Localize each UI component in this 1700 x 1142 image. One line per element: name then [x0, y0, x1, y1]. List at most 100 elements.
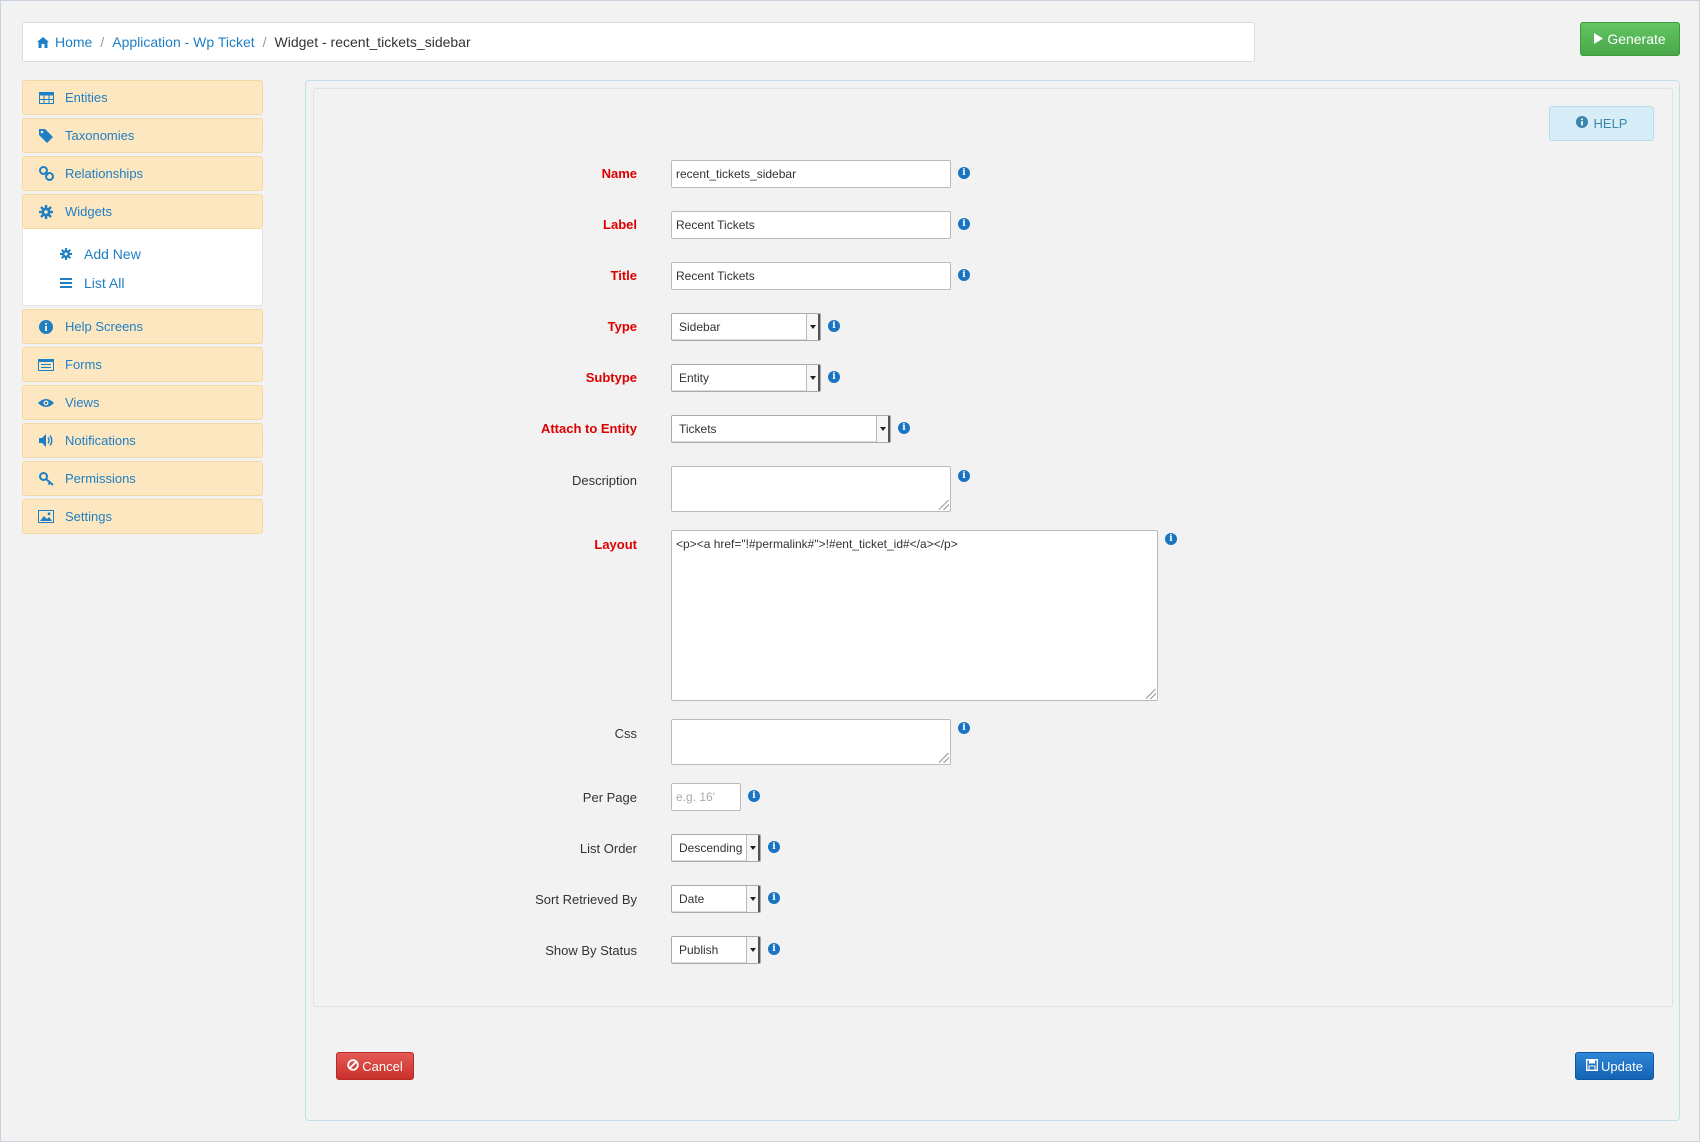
chevron-down-icon: [746, 886, 760, 912]
sort-retrieved-by-select[interactable]: Date: [671, 885, 761, 913]
cancel-button[interactable]: Cancel: [336, 1052, 414, 1080]
breadcrumb-separator: /: [100, 34, 105, 50]
description-textarea[interactable]: [671, 466, 951, 512]
sidebar-item-help-screens[interactable]: Help Screens: [22, 309, 263, 344]
sidebar-item-label: Help Screens: [65, 319, 144, 334]
help-label: HELP: [1593, 116, 1628, 131]
info-icon: [1575, 116, 1588, 131]
chevron-down-icon: [806, 314, 820, 340]
info-icon: [37, 319, 55, 335]
info-icon[interactable]: i: [828, 371, 840, 383]
breadcrumb-home-label: Home: [55, 33, 93, 50]
list-icon: [58, 275, 74, 291]
sort-select-value: Date: [679, 892, 705, 906]
sidebar-item-permissions[interactable]: Permissions: [22, 461, 263, 496]
breadcrumb-current: Widget - recent_tickets_sidebar: [274, 34, 471, 50]
breadcrumb-separator: /: [262, 34, 267, 50]
home-icon: [37, 35, 49, 51]
form-icon: [37, 357, 55, 373]
image-icon: [37, 509, 55, 525]
type-select[interactable]: Sidebar: [671, 313, 821, 341]
eye-icon: [37, 395, 55, 411]
sidebar-item-views[interactable]: Views: [22, 385, 263, 420]
css-textarea[interactable]: [671, 719, 951, 765]
sidebar-item-relationships[interactable]: Relationships: [22, 156, 263, 191]
info-icon[interactable]: i: [748, 790, 760, 802]
breadcrumb-application-link[interactable]: Application - Wp Ticket: [112, 34, 254, 50]
sidebar-item-forms[interactable]: Forms: [22, 347, 263, 382]
info-icon[interactable]: i: [958, 722, 970, 734]
sidebar-item-label: Forms: [65, 357, 102, 372]
show-by-status-label: Show By Status: [545, 943, 637, 958]
sidebar-item-label: Notifications: [65, 433, 136, 448]
list-order-select[interactable]: Descending: [671, 834, 761, 862]
info-icon[interactable]: i: [1165, 533, 1177, 545]
breadcrumb-home-link[interactable]: Home: [37, 34, 92, 51]
subtype-select-value: Entity: [679, 371, 710, 385]
submenu-list-all[interactable]: List All: [23, 268, 262, 297]
chevron-down-icon: [806, 365, 820, 391]
layout-value: <p><a href="!#permalink#">!#ent_ticket_i…: [676, 537, 958, 551]
submenu-add-new[interactable]: Add New: [23, 239, 262, 268]
tag-icon: [37, 128, 55, 144]
cancel-label: Cancel: [362, 1058, 403, 1074]
info-icon[interactable]: i: [768, 841, 780, 853]
sidebar-item-label: Views: [65, 395, 100, 410]
resize-handle[interactable]: [939, 753, 949, 763]
list-order-select-value: Descending: [679, 841, 743, 855]
sidebar-item-taxonomies[interactable]: Taxonomies: [22, 118, 263, 153]
key-icon: [37, 471, 55, 487]
breadcrumb: Home / Application - Wp Ticket / Widget …: [22, 22, 1255, 62]
play-icon: [1594, 31, 1604, 47]
update-button[interactable]: Update: [1575, 1052, 1654, 1080]
label-label: Label: [603, 217, 637, 232]
ban-icon: [347, 1058, 359, 1074]
info-icon[interactable]: i: [958, 167, 970, 179]
name-field[interactable]: recent_tickets_sidebar: [671, 160, 951, 188]
per-page-field[interactable]: e.g. 16': [671, 783, 741, 811]
resize-handle[interactable]: [939, 500, 949, 510]
submenu-label: Add New: [84, 245, 141, 262]
show-by-status-select[interactable]: Publish: [671, 936, 761, 964]
sidebar-item-label: Entities: [65, 90, 108, 105]
info-icon[interactable]: i: [958, 218, 970, 230]
info-icon[interactable]: i: [958, 470, 970, 482]
type-label: Type: [607, 319, 637, 334]
layout-label: Layout: [594, 537, 637, 552]
chevron-down-icon: [746, 937, 760, 963]
info-icon[interactable]: i: [898, 422, 910, 434]
info-icon[interactable]: i: [828, 320, 840, 332]
submenu-label: List All: [84, 274, 125, 291]
sidebar-item-settings[interactable]: Settings: [22, 499, 263, 534]
link-icon: [37, 166, 55, 182]
resize-handle[interactable]: [1146, 689, 1156, 699]
sidebar-item-widgets[interactable]: Widgets: [22, 194, 263, 229]
subtype-label: Subtype: [585, 370, 637, 385]
info-icon[interactable]: i: [768, 892, 780, 904]
volume-icon: [37, 433, 55, 449]
sidebar-item-entities[interactable]: Entities: [22, 80, 263, 115]
attach-to-entity-select[interactable]: Tickets: [671, 415, 891, 443]
sidebar-item-label: Widgets: [65, 204, 112, 219]
update-label: Update: [1601, 1058, 1643, 1074]
info-icon[interactable]: i: [958, 269, 970, 281]
per-page-label: Per Page: [582, 790, 637, 805]
info-icon[interactable]: i: [768, 943, 780, 955]
chevron-down-icon: [876, 416, 890, 442]
generate-button[interactable]: Generate: [1580, 22, 1680, 56]
sidebar-item-label: Settings: [65, 509, 112, 524]
subtype-select[interactable]: Entity: [671, 364, 821, 392]
title-field[interactable]: Recent Tickets: [671, 262, 951, 290]
help-button[interactable]: HELP: [1549, 106, 1654, 141]
label-field[interactable]: Recent Tickets: [671, 211, 951, 239]
generate-label: Generate: [1607, 31, 1666, 47]
table-icon: [37, 90, 55, 106]
sidebar: Entities Taxonomies Relationships Widget…: [22, 80, 263, 537]
sidebar-item-label: Taxonomies: [65, 128, 135, 143]
name-label: Name: [601, 166, 637, 181]
attach-to-entity-label: Attach to Entity: [540, 421, 637, 436]
type-select-value: Sidebar: [679, 320, 721, 334]
sidebar-item-notifications[interactable]: Notifications: [22, 423, 263, 458]
gear-icon: [37, 204, 55, 220]
layout-textarea[interactable]: <p><a href="!#permalink#">!#ent_ticket_i…: [671, 530, 1158, 701]
